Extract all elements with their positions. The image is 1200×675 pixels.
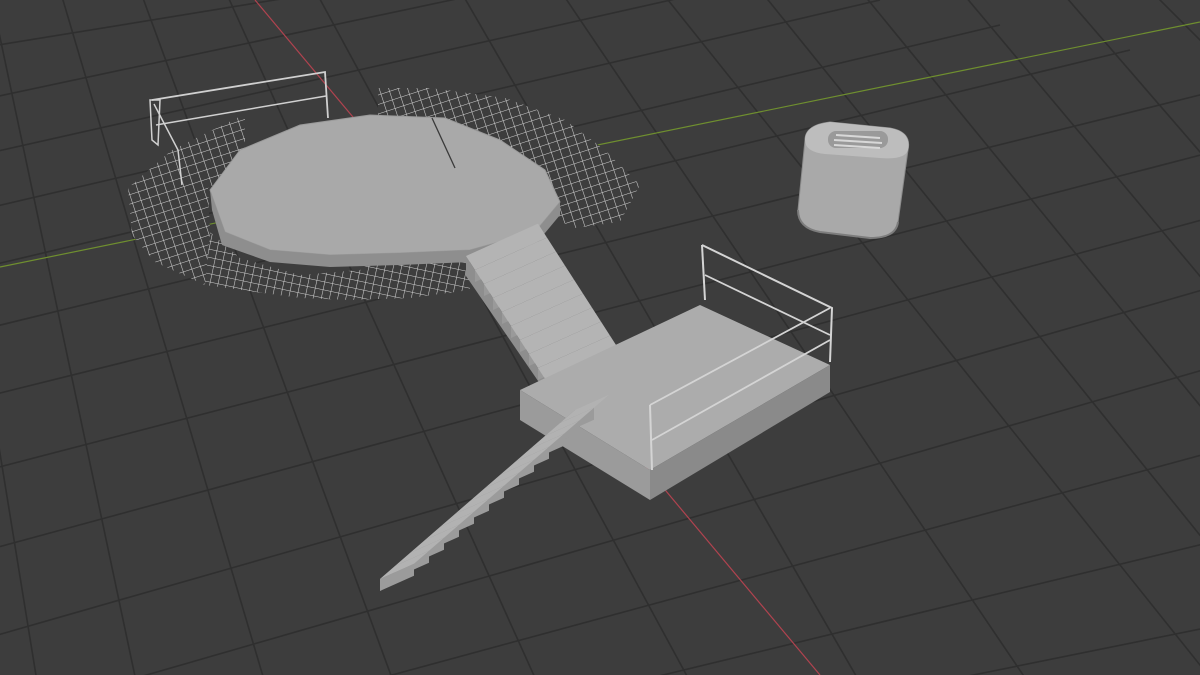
3d-viewport[interactable]	[0, 0, 1200, 675]
lower-staircase[interactable]	[380, 394, 609, 591]
scene-canvas[interactable]	[0, 0, 1200, 675]
cylinder-vent[interactable]	[797, 121, 910, 240]
